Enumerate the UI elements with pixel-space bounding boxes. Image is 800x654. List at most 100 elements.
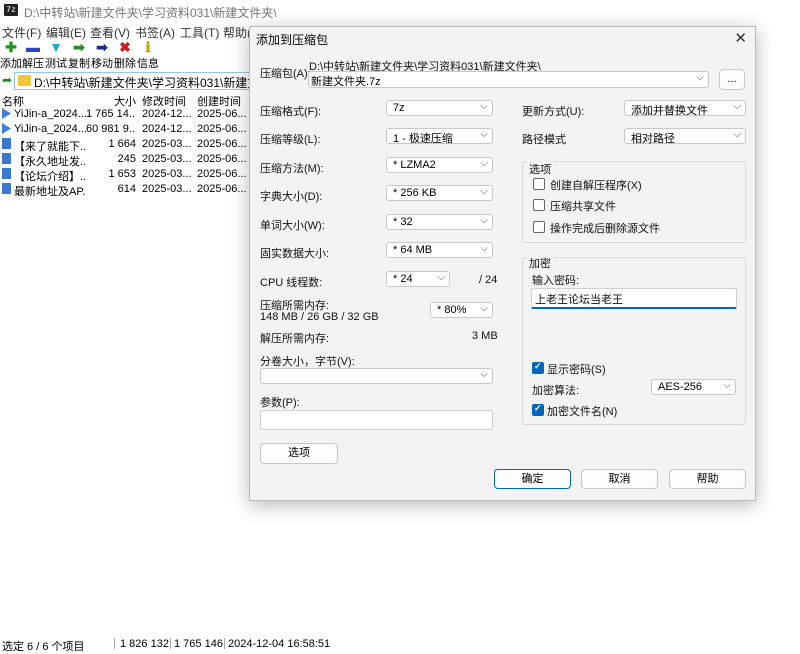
up-folder-icon[interactable]: ➦ bbox=[2, 74, 12, 86]
threads-max: / 24 bbox=[479, 274, 498, 286]
word-label: 单词大小(W): bbox=[260, 220, 325, 232]
method-value: * LZMA2 bbox=[393, 159, 436, 171]
solid-label: 固实数据大小: bbox=[260, 248, 330, 260]
dict-value: * 256 KB bbox=[393, 187, 437, 199]
encryption-group: 加密 输入密码: 上老王论坛当老王 显示密码(S) 加密算法: AES-256 … bbox=[522, 255, 746, 425]
chevron-down-icon: ⌵ bbox=[480, 186, 488, 197]
format-label: 压缩格式(F): bbox=[260, 106, 322, 118]
test-button[interactable]: ▼ 测试 bbox=[45, 40, 67, 70]
file-modified: 2025-03... bbox=[142, 138, 192, 150]
format-value: 7z bbox=[393, 102, 405, 114]
file-row[interactable]: 【永久地址发... 245 2025-03... 2025-06... bbox=[0, 152, 250, 168]
password-input[interactable]: 上老王论坛当老王 bbox=[531, 288, 737, 309]
encrypt-names-checkbox[interactable] bbox=[532, 403, 544, 416]
status-selection: 选定 6 / 6 个项目 bbox=[2, 641, 85, 653]
file-modified: 2025-03... bbox=[142, 153, 192, 165]
move-button[interactable]: ➡ 移动 bbox=[91, 40, 113, 70]
status-divider bbox=[170, 638, 171, 649]
shared-checkbox[interactable] bbox=[533, 199, 545, 211]
status-selected-size: 1 765 146 bbox=[174, 638, 223, 650]
extract-label: 解压 bbox=[22, 58, 44, 70]
archive-name-value: 新建文件夹.7z bbox=[311, 76, 381, 88]
copy-label: 复制 bbox=[68, 58, 90, 70]
solid-select[interactable]: * 64 MB ⌵ bbox=[386, 242, 493, 258]
info-icon: ℹ bbox=[145, 39, 151, 55]
mem-percent-select[interactable]: * 80% ⌵ bbox=[430, 302, 493, 318]
menu-bookmarks[interactable]: 书签(A) bbox=[135, 24, 175, 41]
volume-combo[interactable]: ⌵ bbox=[260, 368, 493, 384]
sfx-checkbox[interactable] bbox=[533, 178, 545, 190]
file-created: 2025-06... bbox=[197, 153, 247, 165]
file-row[interactable]: 【来了就能下... 1 664 2025-03... 2025-06... bbox=[0, 137, 250, 153]
file-row[interactable]: YiJin-a_2024... 1 765 14... 2024-12... 2… bbox=[0, 107, 250, 122]
file-created: 2025-06... bbox=[197, 183, 247, 195]
options-group-title: 选项 bbox=[527, 161, 553, 177]
archive-label: 压缩包(A): bbox=[260, 68, 311, 80]
file-created: 2025-06... bbox=[197, 123, 247, 135]
file-size: 245 bbox=[117, 153, 136, 165]
level-select[interactable]: 1 - 极速压缩 ⌵ bbox=[386, 128, 493, 145]
move-arrow-icon: ➡ bbox=[96, 39, 108, 55]
archive-name-combo[interactable]: 新建文件夹.7z ⌵ bbox=[308, 71, 709, 88]
file-size: 1 653 bbox=[108, 168, 136, 180]
help-button[interactable]: 帮助 bbox=[669, 469, 746, 489]
file-created: 2025-06... bbox=[197, 168, 247, 180]
word-select[interactable]: * 32 ⌵ bbox=[386, 214, 493, 230]
browse-button[interactable]: ... bbox=[719, 69, 745, 90]
add-button[interactable]: ✚ 添加 bbox=[0, 40, 22, 70]
status-divider bbox=[224, 638, 225, 649]
file-created: 2025-06... bbox=[197, 138, 247, 150]
copy-arrow-icon: ➡ bbox=[73, 39, 85, 55]
enc-method-value: AES-256 bbox=[658, 381, 703, 393]
update-select[interactable]: 添加并替换文件 ⌵ bbox=[624, 100, 746, 117]
chevron-down-icon: ⌵ bbox=[480, 303, 488, 314]
add-label: 添加 bbox=[0, 58, 22, 70]
shared-label: 压缩共享文件 bbox=[550, 201, 616, 213]
file-modified: 2025-03... bbox=[142, 168, 192, 180]
chevron-down-icon: ⌵ bbox=[480, 129, 488, 140]
copy-button[interactable]: ➡ 复制 bbox=[68, 40, 90, 70]
file-row[interactable]: 最新地址及AP... 614 2025-03... 2025-06... bbox=[0, 182, 250, 198]
pathmode-select[interactable]: 相对路径 ⌵ bbox=[624, 128, 746, 145]
extract-button[interactable]: ▬ 解压 bbox=[22, 40, 44, 70]
window-title: D:\中转站\新建文件夹\学习资料031\新建文件夹\ bbox=[24, 6, 277, 20]
threads-select[interactable]: * 24 ⌵ bbox=[386, 271, 450, 287]
password-label: 输入密码: bbox=[532, 275, 580, 287]
close-icon[interactable]: ✕ bbox=[734, 29, 747, 47]
volume-label: 分卷大小，字节(V): bbox=[260, 356, 355, 368]
delete-button[interactable]: ✖ 删除 bbox=[114, 40, 136, 70]
threads-value: * 24 bbox=[393, 273, 413, 285]
format-select[interactable]: 7z ⌵ bbox=[386, 100, 493, 116]
chevron-down-icon: ⌵ bbox=[480, 215, 488, 226]
document-file-icon bbox=[2, 138, 11, 149]
delete-after-checkbox[interactable] bbox=[533, 221, 545, 233]
move-label: 移动 bbox=[91, 58, 113, 70]
status-bar: 选定 6 / 6 个项目 1 826 132 1 765 146 2024-12… bbox=[0, 636, 800, 653]
options-button[interactable]: 选项 bbox=[260, 443, 338, 464]
chevron-down-icon: ⌵ bbox=[437, 272, 445, 283]
chevron-down-icon: ⌵ bbox=[733, 101, 741, 112]
show-password-checkbox[interactable] bbox=[532, 361, 544, 374]
mem-percent-value: * 80% bbox=[437, 304, 467, 316]
folder-icon bbox=[18, 75, 31, 86]
add-to-archive-dialog: 添加到压缩包 ✕ 压缩包(A): D:\中转站\新建文件夹\学习资料031\新建… bbox=[249, 26, 756, 501]
method-select[interactable]: * LZMA2 ⌵ bbox=[386, 157, 493, 173]
file-modified: 2024-12... bbox=[142, 123, 192, 135]
file-created: 2025-06... bbox=[197, 108, 247, 120]
menu-tools[interactable]: 工具(T) bbox=[180, 24, 219, 41]
level-label: 压缩等级(L): bbox=[260, 134, 321, 146]
enc-method-label: 加密算法: bbox=[532, 385, 580, 397]
ok-button[interactable]: 确定 bbox=[494, 469, 571, 489]
chevron-down-icon: ⌵ bbox=[696, 72, 704, 83]
file-row[interactable]: YiJin-a_2024... 60 981 9... 2024-12... 2… bbox=[0, 122, 250, 137]
cancel-button[interactable]: 取消 bbox=[581, 469, 658, 489]
file-row[interactable]: 【论坛介绍】... 1 653 2025-03... 2025-06... bbox=[0, 167, 250, 183]
enc-method-select[interactable]: AES-256 ⌵ bbox=[651, 379, 736, 395]
status-divider bbox=[114, 638, 115, 649]
encryption-group-title: 加密 bbox=[527, 255, 553, 271]
dict-select[interactable]: * 256 KB ⌵ bbox=[386, 185, 493, 201]
params-input[interactable] bbox=[260, 410, 493, 430]
file-modified: 2024-12... bbox=[142, 108, 192, 120]
show-password-label: 显示密码(S) bbox=[547, 364, 606, 376]
info-button[interactable]: ℹ 信息 bbox=[137, 40, 159, 70]
